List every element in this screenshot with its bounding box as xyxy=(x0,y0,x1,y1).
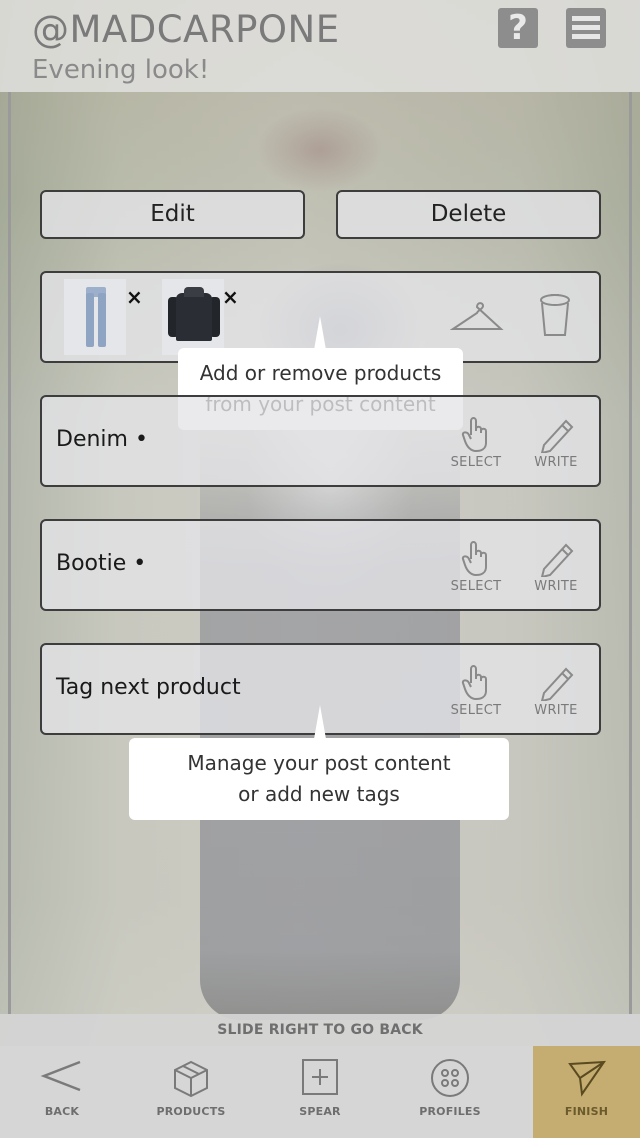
nav-finish-button[interactable]: FINISH xyxy=(533,1046,640,1138)
pencil-icon xyxy=(540,667,574,701)
select-label: SELECT xyxy=(450,703,502,718)
hand-pointer-icon xyxy=(461,417,487,453)
select-button[interactable]: SELECT xyxy=(446,661,506,718)
select-button[interactable]: SELECT xyxy=(446,413,506,470)
nav-label: PRODUCTS xyxy=(156,1105,226,1118)
frame-left-border xyxy=(8,92,11,1014)
trash-icon[interactable] xyxy=(538,293,572,339)
delete-button-label: Delete xyxy=(430,201,507,227)
jacket-icon xyxy=(166,285,222,345)
header-bar: @MADCARPONE Evening look! ? xyxy=(0,0,640,92)
post-title: Evening look! xyxy=(32,55,210,85)
select-button[interactable]: SELECT xyxy=(446,537,506,594)
tag-row[interactable]: Bootie • SELECT WRITE xyxy=(40,519,601,611)
tooltip-line: Manage your post content xyxy=(187,751,451,775)
write-button[interactable]: WRITE xyxy=(526,415,586,470)
manage-tooltip: Manage your post content or add new tags xyxy=(129,738,509,820)
tag-label: Denim • xyxy=(56,427,148,452)
tag-label: Bootie • xyxy=(56,551,147,576)
tag-label: Tag next product xyxy=(56,675,241,700)
delete-button[interactable]: Delete xyxy=(336,190,601,239)
slide-hint: SLIDE RIGHT TO GO BACK xyxy=(0,1014,640,1046)
plus-square-icon xyxy=(302,1059,338,1095)
jeans-icon xyxy=(86,287,106,347)
write-label: WRITE xyxy=(534,703,578,718)
pencil-icon xyxy=(540,543,574,577)
nav-spear-button[interactable]: SPEAR xyxy=(256,1046,384,1138)
tooltip-line: Add or remove products xyxy=(199,361,442,385)
nav-back-button[interactable]: BACK xyxy=(0,1046,124,1138)
frame-right-border xyxy=(629,92,632,1014)
write-button[interactable]: WRITE xyxy=(526,539,586,594)
hand-pointer-icon xyxy=(461,541,487,577)
tag-row[interactable]: Denim • SELECT WRITE xyxy=(40,395,601,487)
pencil-icon xyxy=(540,419,574,453)
hanger-icon[interactable] xyxy=(450,299,504,335)
write-label: WRITE xyxy=(534,455,578,470)
nav-profiles-button[interactable]: PROFILES xyxy=(384,1046,516,1138)
hand-pointer-icon xyxy=(461,665,487,701)
send-icon xyxy=(567,1060,606,1097)
write-label: WRITE xyxy=(534,579,578,594)
nav-products-button[interactable]: PRODUCTS xyxy=(126,1046,256,1138)
select-label: SELECT xyxy=(450,579,502,594)
remove-product-button[interactable]: × xyxy=(126,285,143,309)
tooltip-line: or add new tags xyxy=(238,782,400,806)
menu-icon[interactable] xyxy=(566,8,606,48)
select-label: SELECT xyxy=(450,455,502,470)
remove-product-button[interactable]: × xyxy=(222,285,239,309)
nav-label: BACK xyxy=(44,1105,80,1118)
back-arrow-icon xyxy=(40,1060,81,1092)
write-button[interactable]: WRITE xyxy=(526,663,586,718)
help-button[interactable]: ? xyxy=(498,8,538,48)
product-thumbnail-jacket[interactable] xyxy=(162,279,224,355)
tooltip-arrow xyxy=(314,705,326,739)
tooltip-arrow xyxy=(314,316,326,350)
nav-label: PROFILES xyxy=(419,1105,481,1118)
profiles-icon xyxy=(431,1059,469,1097)
nav-label: FINISH xyxy=(564,1105,609,1118)
box-icon xyxy=(174,1060,208,1098)
product-thumbnail-jeans[interactable] xyxy=(64,279,126,355)
username[interactable]: @MADCARPONE xyxy=(32,8,340,51)
nav-label: SPEAR xyxy=(299,1105,341,1118)
edit-button-label: Edit xyxy=(150,201,195,227)
bottom-nav: BACK PRODUCTS SPEAR PROFILES FINISH xyxy=(0,1046,640,1138)
edit-button[interactable]: Edit xyxy=(40,190,305,239)
